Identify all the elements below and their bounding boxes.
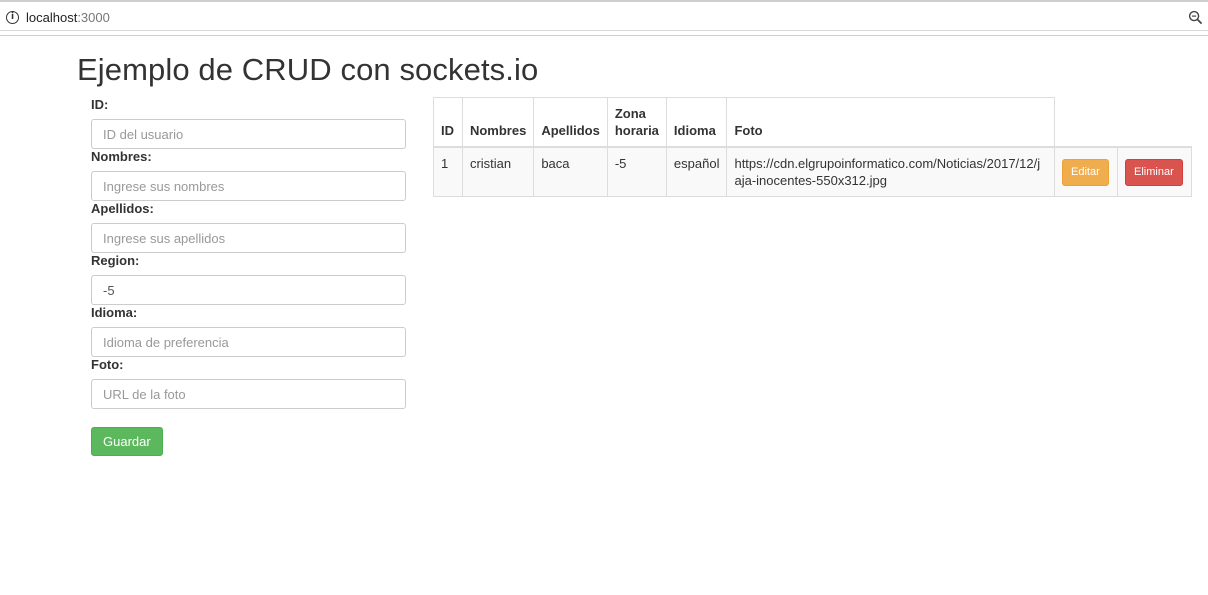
region-input[interactable] [91, 275, 406, 305]
col-header-delete-empty [1117, 97, 1192, 148]
foto-input[interactable] [91, 379, 406, 409]
nombres-label: Nombres: [91, 149, 152, 164]
cell-edit: Editar [1054, 146, 1118, 197]
browser-address-bar: i localhost:3000 [0, 0, 1208, 36]
idioma-input[interactable] [91, 327, 406, 357]
col-header-nombres: Nombres [461, 97, 535, 148]
cell-foto: https://cdn.elgrupoinformatico.com/Notic… [726, 146, 1056, 197]
apellidos-label: Apellidos: [91, 201, 154, 216]
page-title: Ejemplo de CRUD con sockets.io [77, 52, 539, 87]
url-port: :3000 [77, 10, 110, 25]
cell-delete: Eliminar [1117, 146, 1192, 197]
url-text[interactable]: localhost:3000 [26, 10, 110, 26]
idioma-field-group: Idioma: [91, 305, 406, 357]
url-bar[interactable]: i localhost:3000 [0, 6, 1208, 31]
cell-apellidos: baca [533, 146, 608, 197]
edit-button[interactable]: Editar [1062, 158, 1109, 186]
url-host: localhost [26, 10, 78, 25]
region-label: Region: [91, 253, 140, 268]
col-header-edit-empty [1054, 97, 1118, 148]
info-icon[interactable]: i [6, 11, 19, 24]
table-header-row: ID Nombres Apellidos Zona horaria Idioma… [433, 97, 1192, 148]
delete-button[interactable]: Eliminar [1125, 158, 1183, 186]
cell-id: 1 [433, 146, 463, 197]
col-header-apellidos: Apellidos [533, 97, 608, 148]
cell-idioma: español [665, 146, 728, 197]
user-form: ID: Nombres: Apellidos: Region: Idioma: … [91, 97, 406, 456]
id-input[interactable] [91, 119, 406, 149]
id-label: ID: [91, 97, 109, 112]
idioma-label: Idioma: [91, 305, 138, 320]
nombres-field-group: Nombres: [91, 149, 406, 201]
foto-label: Foto: [91, 357, 124, 372]
region-field-group: Region: [91, 253, 406, 305]
col-header-zona-horaria: Zona horaria [606, 97, 667, 148]
cell-zona-horaria: -5 [606, 146, 667, 197]
table-row: 1 cristian baca -5 español https://cdn.e… [433, 146, 1192, 197]
id-field-group: ID: [91, 97, 406, 149]
apellidos-field-group: Apellidos: [91, 201, 406, 253]
foto-url: https://cdn.elgrupoinformatico.com/Notic… [734, 156, 1041, 188]
apellidos-input[interactable] [91, 223, 406, 253]
nombres-input[interactable] [91, 171, 406, 201]
users-table: ID Nombres Apellidos Zona horaria Idioma… [433, 97, 1192, 197]
col-header-id: ID [433, 97, 463, 148]
col-header-foto: Foto [726, 97, 1056, 148]
col-header-idioma: Idioma [665, 97, 728, 148]
zoom-icon[interactable] [1188, 10, 1203, 25]
foto-field-group: Foto: [91, 357, 406, 409]
save-button[interactable]: Guardar [91, 427, 163, 456]
cell-nombres: cristian [461, 146, 535, 197]
